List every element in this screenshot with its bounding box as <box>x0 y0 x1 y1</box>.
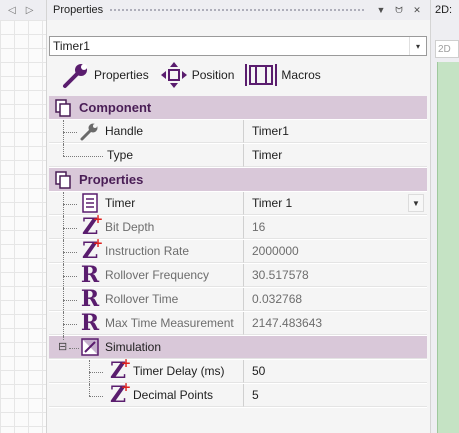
property-row-max-time-measurement[interactable]: R Max Time Measurement 2147.483643 <box>49 312 427 336</box>
property-name-cell: Z + Instruction Rate <box>49 236 244 264</box>
property-name: Instruction Rate <box>105 244 190 258</box>
wrench-icon <box>63 64 87 88</box>
property-name-cell: R Rollover Frequency <box>49 262 244 288</box>
property-value[interactable]: 16 <box>244 216 427 239</box>
panel-grip[interactable] <box>109 7 364 13</box>
component-section-header[interactable]: Component <box>49 96 427 120</box>
property-value[interactable]: Timer <box>244 144 427 167</box>
panel-titlebar: Properties ▼ ᗢ ✕ <box>47 0 430 20</box>
position-button-label: Position <box>191 68 235 82</box>
panel-2d-canvas[interactable] <box>437 62 459 433</box>
property-name-cell: R Rollover Time <box>49 286 244 312</box>
pages-icon <box>55 98 71 117</box>
left-panel: ◁ ▷ <box>0 0 47 433</box>
simulation-group-value <box>244 336 427 359</box>
move-icon <box>160 62 187 88</box>
tab-next-icon[interactable]: ▷ <box>26 5 34 16</box>
property-value: Timer 1 <box>252 196 293 210</box>
chevron-down-icon[interactable]: ▾ <box>409 37 426 55</box>
wrench-small-icon <box>80 123 98 141</box>
simulation-group-row[interactable]: ⊟ Simulation <box>49 336 427 360</box>
property-name-cell: Z + Decimal Points <box>49 380 244 408</box>
property-name: Bit Depth <box>105 220 155 234</box>
r-icon: R <box>80 310 100 336</box>
property-value[interactable]: Timer1 <box>244 120 427 143</box>
property-row-decimal-points[interactable]: Z + Decimal Points 5 <box>49 380 427 408</box>
z-plus-icon: Z + <box>109 380 132 408</box>
property-row-type[interactable]: Type Timer <box>49 144 427 168</box>
property-value[interactable]: 50 <box>244 360 427 383</box>
z-plus-icon: Z + <box>109 356 132 384</box>
macros-button[interactable]: Macros <box>244 61 321 89</box>
close-icon[interactable]: ✕ <box>410 5 424 16</box>
properties-button-label: Properties <box>94 68 149 82</box>
tab-2d[interactable]: 2D: <box>431 0 459 20</box>
property-row-bit-depth[interactable]: Z + Bit Depth 16 <box>49 212 427 240</box>
simulation-group-label: Simulation <box>105 340 162 354</box>
property-value[interactable]: 2147.483643 <box>244 312 427 335</box>
tab-2d-secondary[interactable]: 2D <box>435 40 459 58</box>
simulation-icon <box>81 338 99 356</box>
left-tabbar: ◁ ▷ <box>0 0 46 20</box>
property-name-cell: Handle <box>49 120 244 144</box>
properties-section-header[interactable]: Properties <box>49 168 427 192</box>
property-name: Decimal Points <box>133 388 214 402</box>
macros-button-label: Macros <box>281 68 321 82</box>
properties-toolbar: Properties Position Macros <box>61 60 321 90</box>
timer-select[interactable]: Timer 1 ▼ <box>244 192 427 215</box>
properties-section-label: Properties <box>79 172 144 187</box>
pages-icon <box>55 170 71 189</box>
property-name: Rollover Frequency <box>105 268 210 282</box>
component-selector-value: Timer1 <box>53 39 90 53</box>
document-icon <box>82 193 98 213</box>
chevron-down-icon[interactable]: ▼ <box>408 194 424 212</box>
property-name: Type <box>107 148 134 162</box>
property-row-handle[interactable]: Handle Timer1 <box>49 120 427 144</box>
property-row-timer-delay[interactable]: Z + Timer Delay (ms) 50 <box>49 356 427 384</box>
property-name: Handle <box>105 124 144 138</box>
property-value[interactable]: 0.032768 <box>244 288 427 311</box>
r-icon: R <box>80 262 100 288</box>
property-grid: Component Handle Timer1 Type Timer Prope… <box>49 96 427 408</box>
property-name-cell: ⊟ Simulation <box>49 336 244 359</box>
property-name: Rollover Time <box>105 292 179 306</box>
property-row-timer[interactable]: Timer Timer 1 ▼ <box>49 192 427 216</box>
property-name-cell: Z + Timer Delay (ms) <box>49 356 244 384</box>
property-name-cell: R Max Time Measurement <box>49 310 244 336</box>
panel-dropdown-icon[interactable]: ▼ <box>374 5 388 15</box>
property-name: Timer Delay (ms) <box>133 364 225 378</box>
z-plus-icon: Z + <box>81 212 104 240</box>
macros-icon <box>245 64 278 86</box>
panel-title: Properties <box>53 4 104 16</box>
properties-button[interactable]: Properties <box>61 61 149 89</box>
property-value[interactable]: 2000000 <box>244 240 427 263</box>
property-row-instruction-rate[interactable]: Z + Instruction Rate 2000000 <box>49 236 427 264</box>
property-name: Max Time Measurement <box>105 316 234 330</box>
property-name: Timer <box>105 196 136 210</box>
component-section-label: Component <box>79 100 152 115</box>
r-icon: R <box>80 286 100 312</box>
position-button[interactable]: Position <box>159 61 235 89</box>
property-row-rollover-frequency[interactable]: R Rollover Frequency 30.517578 <box>49 264 427 288</box>
left-canvas[interactable] <box>0 20 46 433</box>
collapse-icon[interactable]: ⊟ <box>58 341 68 353</box>
property-name-cell: Type <box>49 144 244 167</box>
pin-icon[interactable]: ᗢ <box>392 5 406 16</box>
property-row-rollover-time[interactable]: R Rollover Time 0.032768 <box>49 288 427 312</box>
property-value[interactable]: 30.517578 <box>244 264 427 287</box>
property-name-cell: Timer <box>49 192 244 216</box>
tab-prev-icon[interactable]: ◁ <box>8 5 16 16</box>
properties-panel: Properties ▼ ᗢ ✕ Timer1 ▾ Properties Pos… <box>47 0 430 433</box>
property-value[interactable]: 5 <box>244 384 427 407</box>
component-selector[interactable]: Timer1 ▾ <box>49 36 427 56</box>
property-name-cell: Z + Bit Depth <box>49 212 244 240</box>
right-panel: 2D: 2D <box>430 0 459 433</box>
z-plus-icon: Z + <box>81 236 104 264</box>
